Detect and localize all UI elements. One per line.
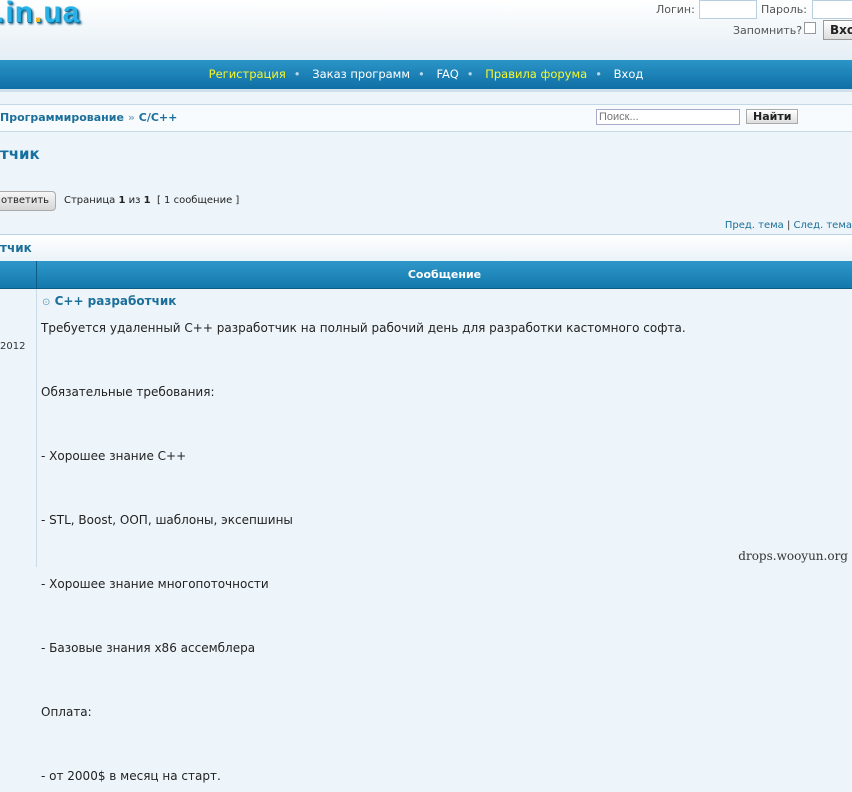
section-header: тчик: [0, 234, 852, 261]
nav-bar: Регистрация • Заказ программ • FAQ • Правил…: [0, 60, 852, 92]
header: .in.ua Логин: Пароль: Запомнить? Вхо: [0, 0, 852, 60]
nav-order[interactable]: Заказ программ: [312, 67, 410, 81]
password-label: Пароль:: [761, 3, 807, 16]
login-input[interactable]: [699, 0, 757, 19]
post-line: [41, 536, 686, 568]
message-column-header: Сообщение: [36, 261, 852, 288]
next-topic-link[interactable]: След. тема: [794, 220, 852, 231]
post-line: - Базовые знания x86 ассемблера: [41, 641, 256, 655]
post-line: [41, 472, 686, 504]
post-line: [41, 344, 686, 376]
nav-login[interactable]: Вход: [614, 67, 644, 81]
breadcrumb: Программирование » C/C++ Найти: [0, 104, 852, 132]
login-submit-button[interactable]: Вхо: [823, 20, 852, 40]
prev-topic-link[interactable]: Пред. тема: [725, 220, 784, 231]
page-of: из: [128, 195, 141, 206]
post-title[interactable]: ⊙ C++ разработчик: [42, 294, 176, 308]
remember-checkbox[interactable]: [804, 22, 816, 34]
topic-nav: Пред. тема | След. тема: [725, 220, 852, 231]
breadcrumb-current[interactable]: C/C++: [139, 111, 178, 124]
post-line: [41, 600, 686, 632]
post-line: - от 2000$ в месяц на старт.: [41, 769, 221, 783]
page-total: 1: [143, 195, 151, 206]
watermark: drops.wooyun.org: [738, 549, 848, 563]
nav-rules[interactable]: Правила форума: [485, 67, 587, 81]
post-count: [ 1 сообщение ]: [156, 195, 240, 206]
login-label: Логин:: [656, 3, 695, 16]
topic-title[interactable]: тчик: [0, 145, 40, 163]
breadcrumb-parent[interactable]: Программирование: [0, 111, 124, 124]
post-line: - Хорошее знание C++: [41, 449, 187, 463]
breadcrumb-sep: »: [127, 111, 135, 124]
remember-label: Запомнить?: [733, 24, 803, 37]
post-content: Требуется удаленный C++ разработчик на п…: [41, 312, 686, 792]
post-line: [41, 664, 686, 696]
search-input[interactable]: [596, 109, 740, 125]
section-title: тчик: [0, 241, 32, 255]
site-logo[interactable]: .in.ua: [0, 0, 80, 30]
post-title-text[interactable]: C++ разработчик: [55, 294, 177, 308]
pagination: Страница 1 из 1 [ 1 сообщение ]: [64, 195, 239, 206]
search-button[interactable]: Найти: [746, 109, 799, 124]
post-icon: ⊙: [42, 297, 51, 308]
password-input[interactable]: [812, 0, 852, 19]
post-line: [41, 408, 686, 440]
reply-button[interactable]: ответить: [0, 191, 57, 211]
post-line: Требуется удаленный C++ разработчик на п…: [41, 321, 686, 335]
post-line: Обязательные требования:: [41, 385, 215, 399]
column-divider: [36, 289, 37, 567]
page-current: 1: [118, 195, 126, 206]
post-line: Оплата:: [41, 705, 92, 719]
page-prefix: Страница: [64, 195, 116, 206]
post-line: [41, 728, 686, 760]
post-line: - Хорошее знание многопоточности: [41, 577, 269, 591]
nav-register[interactable]: Регистрация: [209, 67, 286, 81]
topic-nav-sep: |: [786, 220, 791, 231]
post-line: - STL, Boost, ООП, шаблоны, эксепшины: [41, 513, 293, 527]
table-header: Сообщение: [0, 261, 852, 289]
post-date: 2012: [0, 341, 26, 352]
nav-faq[interactable]: FAQ: [436, 67, 458, 81]
